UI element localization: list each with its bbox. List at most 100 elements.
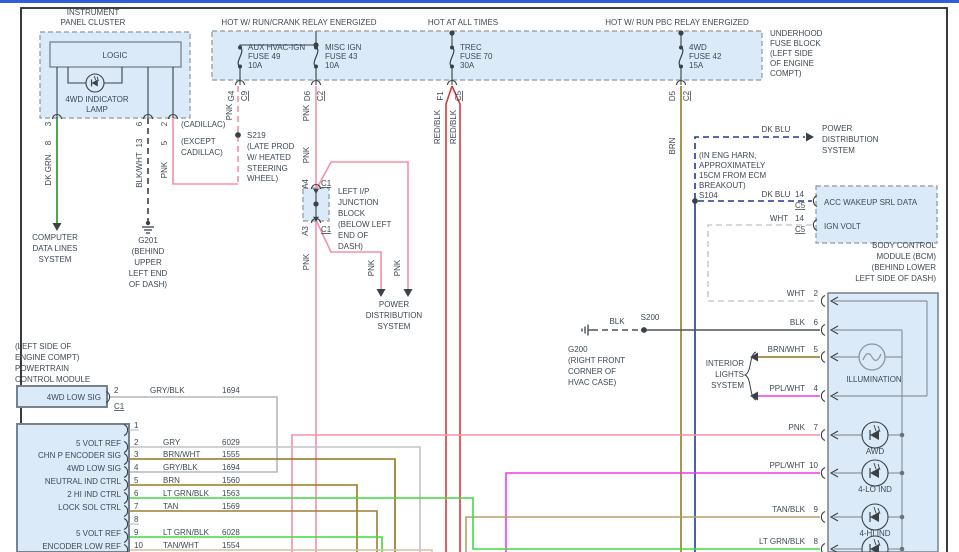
label: DK BLU — [762, 190, 791, 199]
junction-dot — [678, 30, 683, 35]
connector-bracket — [821, 296, 825, 307]
label: INTERIOR — [706, 359, 744, 368]
label: 4WD LOW SIG — [67, 464, 121, 473]
label: 1560 — [222, 476, 240, 485]
label: END OF — [338, 231, 368, 240]
label: 4 — [814, 384, 819, 393]
wire-red-blk-1 — [446, 86, 452, 552]
label: 13 — [135, 138, 144, 147]
label: C9 — [240, 90, 249, 101]
splice-s200-label: S200 — [641, 313, 660, 322]
splice-s219 — [235, 132, 241, 138]
4lo-label: 4-LO IND — [858, 485, 892, 494]
label: 14 — [795, 214, 804, 223]
label: (RIGHT FRONT — [568, 356, 625, 365]
label: 5 — [160, 140, 169, 145]
label: 1694 — [222, 386, 240, 395]
label: WHEEL) — [247, 174, 278, 183]
label: DK GRN — [44, 154, 53, 185]
junction-dot — [313, 42, 318, 47]
label: SYSTEM — [378, 322, 411, 331]
label: BRN — [163, 476, 180, 485]
label: CADILLAC) — [181, 148, 223, 157]
label: BLK — [790, 318, 806, 327]
label: SYSTEM — [39, 255, 72, 264]
header-hot-pbc: HOT W/ RUN PBC RELAY ENERGIZED — [605, 18, 749, 27]
label: POWER — [822, 124, 852, 133]
label: PNK — [302, 146, 311, 163]
awd-label: AWD — [866, 447, 885, 456]
label: 1 — [134, 421, 139, 430]
connector-bracket — [821, 544, 825, 552]
label: HVAC CASE) — [568, 378, 617, 387]
label: (IN ENG HARN, — [699, 151, 756, 160]
junction-dot — [313, 201, 318, 206]
label: FUSE 43 — [325, 52, 358, 61]
label: D6 — [303, 90, 312, 101]
label: 2 — [814, 289, 819, 298]
wiring-diagram: INSTRUMENTPANEL CLUSTERLOGIC4WD INDICATO… — [0, 0, 959, 552]
label: WHT — [770, 214, 788, 223]
transfer-case-switch-box — [828, 293, 938, 552]
label: RED/BLK — [449, 109, 458, 144]
bcm-acc-wakeup: ACC WAKEUP SRL DATA — [824, 198, 918, 207]
label: 5 — [134, 476, 139, 485]
label: LT GRN/BLK — [759, 537, 806, 546]
label: PNK — [302, 253, 311, 270]
label: LT GRN/BLK — [163, 528, 210, 537]
label: 15CM FROM ECM — [699, 171, 766, 180]
wire-tan-blk-4hi — [466, 517, 820, 552]
fuse-terminal — [679, 46, 683, 50]
label: NEUTRAL IND CTRL — [45, 477, 122, 486]
label: 9 — [814, 505, 819, 514]
label: MODULE (BCM) — [876, 252, 936, 261]
label: 8 — [44, 140, 53, 145]
label: DISTRIBUTION — [822, 135, 879, 144]
computer-data-lines-arrow — [53, 223, 62, 231]
label: 1569 — [222, 502, 240, 511]
fuse-terminal — [679, 65, 683, 69]
label: DASH) — [338, 242, 363, 251]
junction-dot — [900, 515, 905, 520]
label: 2 — [114, 386, 119, 395]
label: (BEHIND — [132, 247, 165, 256]
junction-dot — [900, 433, 905, 438]
label: SYSTEM — [711, 381, 744, 390]
label: LEFT I/P — [338, 187, 369, 196]
label: 8 — [134, 515, 139, 524]
connector-bracket — [821, 512, 825, 523]
wire-red-blk-2 — [452, 86, 460, 552]
label: 4 — [134, 463, 139, 472]
label: A4 — [301, 179, 310, 189]
label: (LATE PROD — [247, 142, 295, 151]
junction-dot — [900, 471, 905, 476]
fuse-terminal — [450, 65, 454, 69]
label: A3 — [301, 226, 310, 236]
label: 8 — [814, 537, 819, 546]
label: 10A — [248, 61, 263, 70]
label: BLK — [609, 317, 625, 326]
label: G4 — [227, 90, 236, 101]
4hi-label: 4-HI IND — [859, 529, 890, 538]
label: BRN — [668, 137, 677, 154]
label: FUSE 70 — [460, 52, 493, 61]
label: (EXCEPT — [181, 137, 216, 146]
label: FUSE 49 — [248, 52, 281, 61]
label: 3 — [44, 121, 53, 126]
splice-s200 — [641, 327, 647, 333]
label: LIGHTS — [715, 370, 744, 379]
label: POWER — [379, 300, 409, 309]
label: 6 — [814, 318, 819, 327]
label: 2 — [134, 438, 139, 447]
label: C5 — [454, 90, 463, 101]
pcm-label: CONTROL MODULE — [15, 375, 90, 384]
splice-s104 — [692, 198, 698, 204]
label: W/ HEATED — [247, 153, 291, 162]
label: 10 — [809, 461, 818, 470]
label: LEFT END — [129, 269, 168, 278]
label: 6 — [134, 489, 139, 498]
label: 7 — [814, 423, 819, 432]
label: F1 — [436, 91, 445, 101]
bcm-box — [816, 186, 937, 243]
label: BRN/WHT — [163, 450, 200, 459]
